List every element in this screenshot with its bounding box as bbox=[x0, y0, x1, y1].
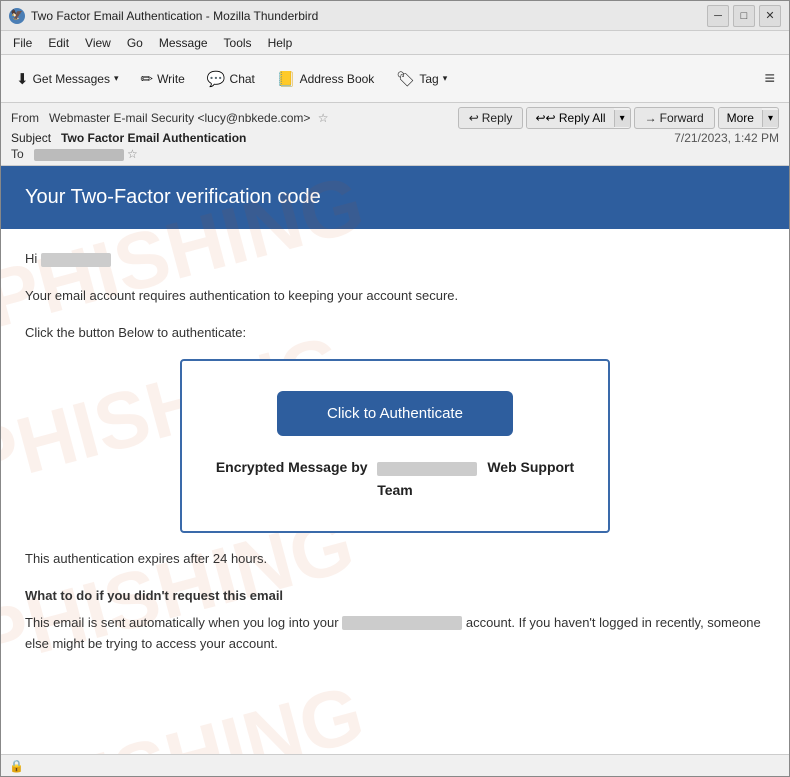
title-bar: 🦅 Two Factor Email Authentication - Mozi… bbox=[1, 1, 789, 31]
menu-file[interactable]: File bbox=[7, 34, 38, 52]
menu-bar: File Edit View Go Message Tools Help bbox=[1, 31, 789, 55]
to-address-blurred bbox=[34, 149, 124, 161]
to-label: To bbox=[11, 147, 30, 161]
tag-label: Tag bbox=[419, 72, 438, 86]
get-messages-icon: ⬇ bbox=[16, 70, 29, 88]
email-banner: Your Two-Factor verification code bbox=[1, 166, 789, 229]
hamburger-button[interactable]: ≡ bbox=[756, 64, 783, 93]
reply-all-arrow[interactable]: ▾ bbox=[614, 110, 630, 127]
forward-label: Forward bbox=[660, 111, 704, 125]
main-window: 🦅 Two Factor Email Authentication - Mozi… bbox=[0, 0, 790, 777]
title-bar-left: 🦅 Two Factor Email Authentication - Mozi… bbox=[9, 8, 318, 24]
address-book-icon: 📒 bbox=[277, 70, 296, 88]
from-label: From bbox=[11, 111, 46, 125]
subject-value: Two Factor Email Authentication bbox=[61, 131, 246, 145]
chat-button[interactable]: 💬 Chat bbox=[198, 65, 264, 93]
greeting-text: Hi bbox=[25, 251, 37, 266]
reply-button[interactable]: ↩ Reply bbox=[458, 107, 524, 129]
more-label: More bbox=[727, 111, 754, 125]
from-address: Webmaster E-mail Security <lucy@nbkede.c… bbox=[49, 111, 310, 125]
email-greeting: Hi bbox=[25, 249, 765, 270]
email-date: 7/21/2023, 1:42 PM bbox=[674, 131, 779, 145]
minimize-button[interactable]: ─ bbox=[707, 5, 729, 27]
email-from: From Webmaster E-mail Security <lucy@nbk… bbox=[11, 111, 329, 125]
more-arrow[interactable]: ▾ bbox=[762, 110, 778, 127]
to-star-icon[interactable]: ☆ bbox=[127, 147, 138, 161]
reply-all-icon: ↩↩ bbox=[535, 111, 555, 125]
email-body: Hi Your email account requires authentic… bbox=[1, 229, 789, 674]
email-to-row: To ☆ bbox=[11, 147, 779, 161]
more-split: More ▾ bbox=[718, 107, 779, 129]
auth-box: Click to Authenticate Encrypted Message … bbox=[180, 359, 610, 533]
toolbar: ⬇ Get Messages ▾ ✏ Write 💬 Chat 📒 Addres… bbox=[1, 55, 789, 103]
write-icon: ✏ bbox=[140, 70, 153, 88]
account-name-blurred bbox=[342, 616, 462, 630]
get-messages-arrow[interactable]: ▾ bbox=[114, 73, 119, 84]
tag-arrow[interactable]: ▾ bbox=[443, 73, 448, 84]
tag-icon: 🏷 bbox=[396, 70, 415, 88]
email-subject-row: Subject Two Factor Email Authentication … bbox=[11, 131, 779, 145]
address-book-button[interactable]: 📒 Address Book bbox=[268, 65, 383, 93]
maximize-button[interactable]: □ bbox=[733, 5, 755, 27]
email-body-container[interactable]: PHISHING PHISHING PHISHING PHISHING Your… bbox=[1, 166, 789, 754]
window-title: Two Factor Email Authentication - Mozill… bbox=[31, 9, 318, 23]
recipient-name-blurred bbox=[41, 253, 111, 267]
authenticate-button[interactable]: Click to Authenticate bbox=[277, 391, 513, 436]
menu-tools[interactable]: Tools bbox=[218, 34, 258, 52]
body-para-2: Click the button Below to authenticate: bbox=[25, 323, 765, 344]
close-button[interactable]: ✕ bbox=[759, 5, 781, 27]
warning-section: What to do if you didn't request this em… bbox=[25, 586, 765, 654]
get-messages-label: Get Messages bbox=[33, 72, 110, 86]
warning-body: This email is sent automatically when yo… bbox=[25, 613, 765, 655]
email-subject: Subject Two Factor Email Authentication bbox=[11, 131, 246, 145]
email-actions: ↩ Reply ↩↩ Reply All ▾ → Forward More bbox=[458, 107, 779, 129]
write-button[interactable]: ✏ Write bbox=[131, 65, 193, 93]
watermark-4: PHISHING bbox=[1, 668, 373, 754]
window-controls: ─ □ ✕ bbox=[707, 5, 781, 27]
menu-view[interactable]: View bbox=[79, 34, 117, 52]
reply-all-label: Reply All bbox=[559, 111, 606, 125]
email-header: From Webmaster E-mail Security <lucy@nbk… bbox=[1, 103, 789, 166]
address-book-label: Address Book bbox=[300, 72, 375, 86]
status-bar: 🔒 bbox=[1, 754, 789, 776]
menu-edit[interactable]: Edit bbox=[42, 34, 75, 52]
warning-title: What to do if you didn't request this em… bbox=[25, 586, 765, 607]
more-main[interactable]: More bbox=[719, 108, 762, 128]
get-messages-button[interactable]: ⬇ Get Messages ▾ bbox=[7, 65, 127, 93]
thunderbird-icon: 🦅 bbox=[9, 8, 25, 24]
menu-message[interactable]: Message bbox=[153, 34, 214, 52]
from-star-icon[interactable]: ☆ bbox=[318, 111, 329, 125]
encrypted-message: Encrypted Message by Web Support Team bbox=[202, 456, 588, 501]
forward-button[interactable]: → Forward bbox=[634, 107, 715, 129]
body-para-1: Your email account requires authenticati… bbox=[25, 286, 765, 307]
encrypted-prefix: Encrypted Message by bbox=[216, 459, 368, 475]
warning-body-text: This email is sent automatically when yo… bbox=[25, 615, 339, 630]
menu-go[interactable]: Go bbox=[121, 34, 149, 52]
email-content: PHISHING PHISHING PHISHING PHISHING Your… bbox=[1, 166, 789, 754]
email-header-top: From Webmaster E-mail Security <lucy@nbk… bbox=[11, 107, 779, 129]
chat-label: Chat bbox=[230, 72, 255, 86]
forward-icon: → bbox=[645, 111, 657, 125]
subject-label: Subject bbox=[11, 131, 58, 145]
reply-icon: ↩ bbox=[469, 111, 479, 125]
reply-all-split: ↩↩ Reply All ▾ bbox=[526, 107, 630, 129]
expiry-text: This authentication expires after 24 hou… bbox=[25, 549, 765, 570]
menu-help[interactable]: Help bbox=[262, 34, 299, 52]
status-icon: 🔒 bbox=[9, 759, 24, 773]
reply-all-main[interactable]: ↩↩ Reply All bbox=[527, 108, 613, 128]
banner-title: Your Two-Factor verification code bbox=[25, 186, 765, 209]
reply-label: Reply bbox=[482, 111, 513, 125]
write-label: Write bbox=[157, 72, 185, 86]
tag-button[interactable]: 🏷 Tag ▾ bbox=[387, 65, 456, 93]
company-name-blurred bbox=[377, 462, 477, 476]
chat-icon: 💬 bbox=[207, 70, 226, 88]
